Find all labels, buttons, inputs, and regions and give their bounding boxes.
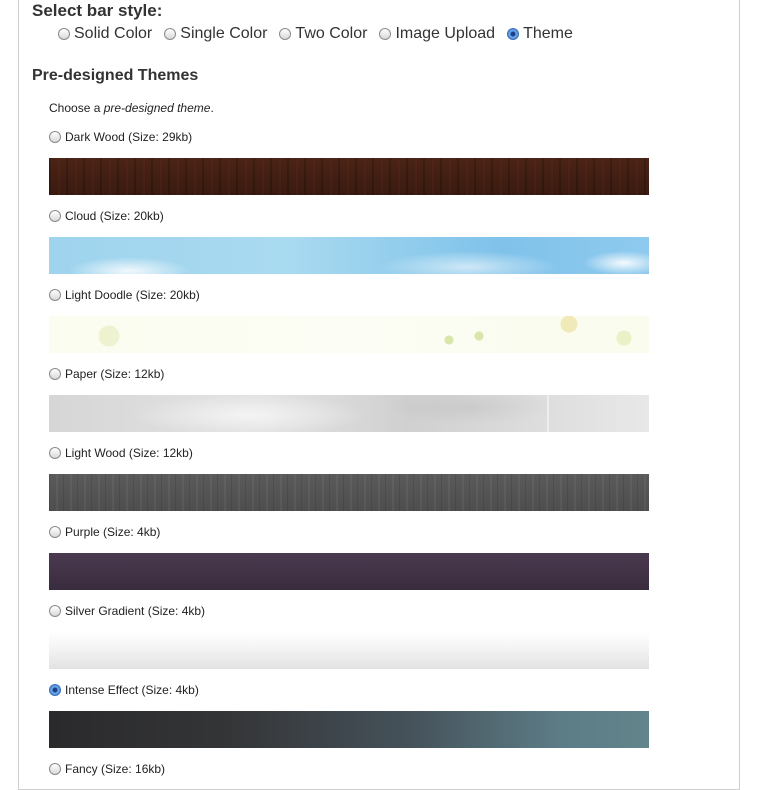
bar-style-option-single-color[interactable]: Single Color	[164, 25, 267, 43]
theme-option-light-wood[interactable]: Light Wood (Size: 12kb)	[49, 446, 193, 460]
bar-style-option-image-upload[interactable]: Image Upload	[379, 25, 495, 43]
theme-preview-paper[interactable]	[49, 395, 649, 432]
radio-light-wood[interactable]	[49, 447, 61, 459]
theme-option-silver-gradient[interactable]: Silver Gradient (Size: 4kb)	[49, 604, 205, 618]
radio-theme[interactable]	[507, 28, 520, 40]
theme-option-fancy[interactable]: Fancy (Size: 16kb)	[49, 762, 165, 776]
intro-emphasis: pre-designed theme	[103, 101, 211, 115]
theme-option-intense-effect[interactable]: Intense Effect (Size: 4kb)	[49, 683, 199, 697]
theme-label-dark-wood: Dark Wood (Size: 29kb)	[65, 130, 193, 144]
bar-style-options: Solid Color Single Color Two Color Image…	[58, 25, 585, 43]
radio-image-upload[interactable]	[379, 28, 392, 40]
radio-silver-gradient[interactable]	[49, 605, 61, 617]
intro-suffix: .	[210, 101, 214, 115]
theme-label-purple: Purple (Size: 4kb)	[65, 525, 161, 539]
bar-style-label-solid-color: Solid Color	[74, 25, 153, 42]
theme-option-purple[interactable]: Purple (Size: 4kb)	[49, 525, 160, 539]
theme-label-cloud: Cloud (Size: 20kb)	[65, 209, 164, 223]
themes-intro: Choose a pre-designed theme.	[49, 101, 214, 115]
theme-preview-dark-wood[interactable]	[49, 158, 649, 195]
theme-preview-purple[interactable]	[49, 553, 649, 590]
theme-option-paper[interactable]: Paper (Size: 12kb)	[49, 367, 164, 381]
radio-intense-effect[interactable]	[49, 684, 61, 696]
theme-label-light-wood: Light Wood (Size: 12kb)	[65, 446, 193, 460]
theme-preview-light-doodle[interactable]	[49, 316, 649, 353]
radio-paper[interactable]	[49, 368, 61, 380]
radio-purple[interactable]	[49, 526, 61, 538]
theme-preview-silver-gradient[interactable]	[49, 632, 649, 669]
radio-dark-wood[interactable]	[49, 131, 61, 143]
theme-option-cloud[interactable]: Cloud (Size: 20kb)	[49, 209, 164, 223]
theme-label-paper: Paper (Size: 12kb)	[65, 367, 165, 381]
bar-style-label-image-upload: Image Upload	[395, 25, 496, 42]
radio-two-color[interactable]	[279, 28, 292, 40]
theme-label-light-doodle: Light Doodle (Size: 20kb)	[65, 288, 200, 302]
radio-light-doodle[interactable]	[49, 289, 61, 301]
bar-style-heading: Select bar style:	[32, 1, 163, 20]
theme-option-light-doodle[interactable]: Light Doodle (Size: 20kb)	[49, 288, 200, 302]
themes-heading: Pre-designed Themes	[32, 67, 199, 84]
intro-prefix: Choose a	[49, 101, 104, 115]
theme-label-silver-gradient: Silver Gradient (Size: 4kb)	[65, 604, 206, 618]
bar-style-option-two-color[interactable]: Two Color	[279, 25, 367, 43]
radio-fancy[interactable]	[49, 763, 61, 775]
theme-option-dark-wood[interactable]: Dark Wood (Size: 29kb)	[49, 130, 192, 144]
theme-preview-light-wood[interactable]	[49, 474, 649, 511]
bar-style-label-single-color: Single Color	[180, 25, 268, 42]
bar-style-label-two-color: Two Color	[295, 25, 368, 42]
bar-style-option-theme[interactable]: Theme	[507, 25, 573, 43]
radio-cloud[interactable]	[49, 210, 61, 222]
theme-preview-intense-effect[interactable]	[49, 711, 649, 748]
theme-label-intense-effect: Intense Effect (Size: 4kb)	[65, 683, 199, 697]
theme-preview-cloud[interactable]	[49, 237, 649, 274]
radio-solid-color[interactable]	[58, 28, 70, 40]
radio-single-color[interactable]	[164, 28, 177, 40]
bar-style-label-theme: Theme	[523, 25, 573, 42]
theme-label-fancy: Fancy (Size: 16kb)	[65, 762, 166, 776]
bar-style-option-solid-color[interactable]: Solid Color	[58, 25, 152, 43]
